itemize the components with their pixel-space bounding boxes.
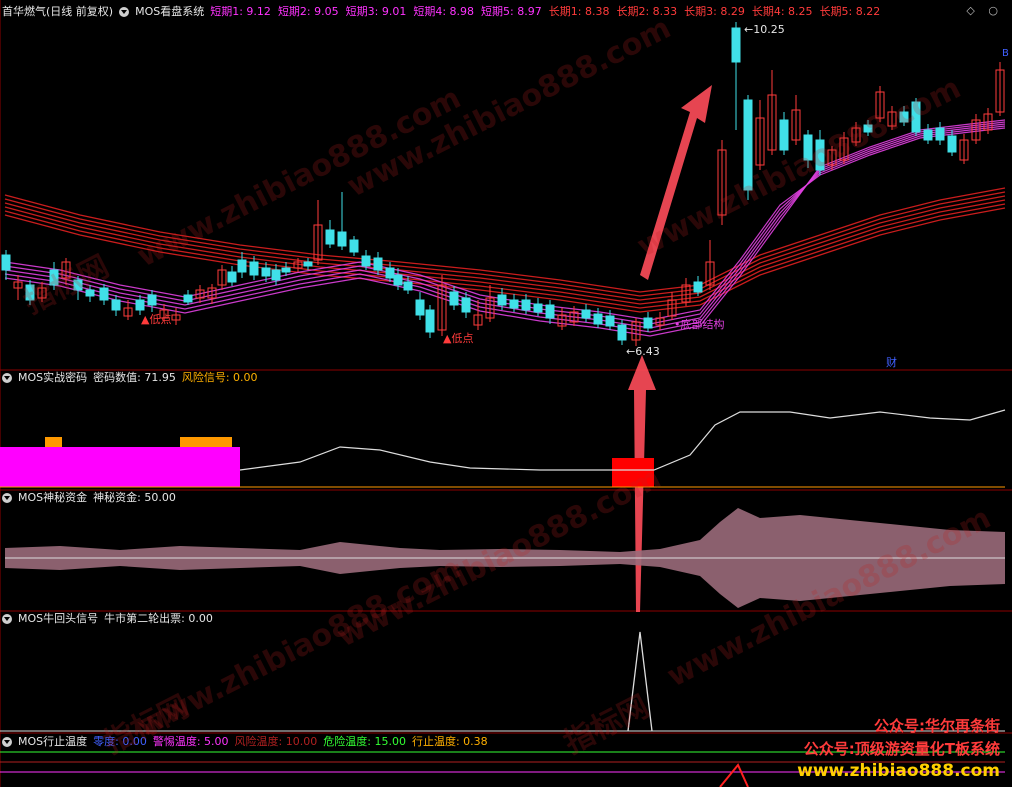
candle-body <box>403 281 413 291</box>
high-price-label: ←10.25 <box>744 23 785 36</box>
candle-body <box>425 309 435 333</box>
candle-body <box>111 299 121 311</box>
panel2-orange-block <box>180 437 232 447</box>
candle-body <box>815 139 825 171</box>
low-price-label: ←6.43 <box>626 345 660 358</box>
panel5-title: MOS行止温度 <box>18 735 88 748</box>
promo-line3: www.zhibiao888.com <box>797 761 1000 781</box>
candle-body <box>1 254 11 271</box>
panel4-header: MOS牛回头信号 牛市第二轮出票: 0.00 <box>2 610 213 628</box>
candle-body <box>581 309 591 319</box>
candle-body <box>183 294 193 303</box>
candle-body <box>73 279 83 291</box>
candle-body <box>743 99 753 191</box>
candle-body <box>449 291 459 306</box>
candle-body <box>461 297 471 313</box>
panel2-risk: 风险信号: 0.00 <box>181 371 258 384</box>
candle-body <box>497 294 507 306</box>
panel2-red-block <box>612 458 654 487</box>
candle-body <box>147 294 157 306</box>
panel4-spike <box>627 631 653 732</box>
candle-body <box>135 299 145 311</box>
candle-body <box>337 231 347 247</box>
candle-body <box>935 127 945 141</box>
candle-body <box>349 239 359 253</box>
candle-body <box>803 134 813 161</box>
candle-body <box>325 229 335 245</box>
candle-body <box>593 313 603 325</box>
panel3-menu-icon[interactable] <box>2 493 12 503</box>
panel2-value: 密码数值: 71.95 <box>93 371 176 384</box>
temperature-label: 行止温度: 0.38 <box>411 735 488 748</box>
candle-body <box>693 281 703 293</box>
candle-body <box>281 267 291 273</box>
candle-body <box>779 119 789 151</box>
candle-body <box>249 261 259 276</box>
ma-long-line <box>4 195 1006 301</box>
ma-short-line <box>4 125 1006 325</box>
promo-line1: 公众号:华尔再条街 <box>874 717 1000 735</box>
ma-long-line <box>4 199 1006 305</box>
panel3-title: MOS神秘资金 <box>18 491 88 504</box>
candle-body <box>393 274 403 286</box>
bottom-structure-label: •底部结构 <box>674 317 725 331</box>
candle-body <box>899 111 909 123</box>
candle-body <box>509 299 519 309</box>
candle-body <box>373 257 383 271</box>
panel2-title: MOS实战密码 <box>18 371 88 384</box>
candle-body <box>49 269 59 286</box>
ma-long-line <box>4 203 1006 309</box>
panel2-header: MOS实战密码 密码数值: 71.95 风险信号: 0.00 <box>2 369 258 387</box>
candle-body <box>361 255 371 267</box>
candle-body <box>923 129 933 141</box>
panel5-header: MOS行止温度 零度: 0.00 警惕温度: 5.00 风险温度: 10.00 危险温… <box>2 733 488 751</box>
candle-body <box>617 324 627 341</box>
candle-body <box>303 261 313 267</box>
candle-body <box>533 303 543 313</box>
panel5-labels: 零度: 0.00 警惕温度: 5.00 风险温度: 10.00 危险温度: 15.00… <box>93 733 488 751</box>
candle-body <box>731 27 741 63</box>
finance-marker: 财 <box>886 355 897 369</box>
candle-body <box>385 267 395 279</box>
b-marker: B <box>1002 48 1009 59</box>
candle-body <box>99 287 109 301</box>
temperature-label: 危险温度: 15.00 <box>323 735 406 748</box>
candle-body <box>85 289 95 297</box>
panel5-temp-line <box>719 763 749 787</box>
panel2-magenta-block <box>0 447 240 487</box>
chart-canvas: ←10.25 ←6.43 ▲低点 ▲低点 •底部结构财 B <box>0 0 1012 787</box>
candle-body <box>415 299 425 316</box>
up-arrow-main <box>640 85 712 280</box>
candle-body <box>25 284 35 301</box>
low-point-label: ▲低点 <box>443 332 473 345</box>
panel3-value: 神秘资金: 50.00 <box>93 491 176 504</box>
temperature-label: 零度: 0.00 <box>93 735 147 748</box>
candle-body <box>261 267 271 277</box>
temperature-label: 风险温度: 10.00 <box>234 735 318 748</box>
candle-body <box>271 269 281 281</box>
candle-body <box>643 317 653 329</box>
panel2-menu-icon[interactable] <box>2 373 12 383</box>
panel4-value: 牛市第二轮出票: 0.00 <box>104 612 213 625</box>
candle-body <box>227 271 237 283</box>
panel2-orange-block <box>45 437 62 447</box>
candle-body <box>605 315 615 327</box>
candle-body <box>237 259 247 273</box>
low-point-label: ▲低点 <box>141 313 171 326</box>
candle-body <box>947 135 957 153</box>
panel5-menu-icon[interactable] <box>2 737 12 747</box>
promo-line2: 公众号:顶级游资量化T板系统 <box>803 740 1000 758</box>
candle-body <box>521 299 531 311</box>
candle-body <box>911 101 921 133</box>
temperature-label: 警惕温度: 5.00 <box>152 735 229 748</box>
panel3-header: MOS神秘资金 神秘资金: 50.00 <box>2 489 176 507</box>
candle-body <box>863 124 873 133</box>
candle-body <box>545 304 555 319</box>
panel4-menu-icon[interactable] <box>2 614 12 624</box>
panel4-title: MOS牛回头信号 <box>18 612 99 625</box>
